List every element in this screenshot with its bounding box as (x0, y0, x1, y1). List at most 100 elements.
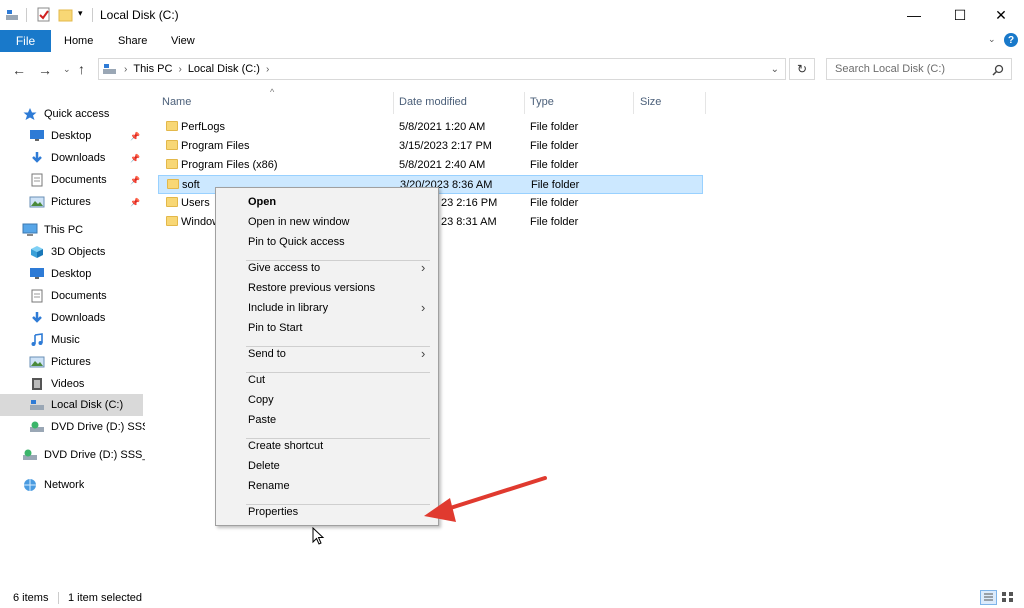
column-header-date[interactable]: Date modified (399, 92, 467, 112)
details-view-button[interactable] (980, 590, 997, 605)
back-arrow-icon[interactable]: ← (12, 62, 26, 78)
address-bar[interactable]: › This PC › Local Disk (C:) › ⌄ (98, 58, 786, 80)
nav-item-label: Desktop (51, 268, 92, 280)
tab-home[interactable]: Home (64, 30, 93, 52)
pictures-icon (29, 195, 45, 209)
nav-item-quick-access[interactable]: Quick access (0, 103, 145, 125)
properties-check-icon[interactable] (36, 7, 52, 23)
dvd-icon (22, 448, 38, 462)
nav-item-pictures[interactable]: Pictures 📌 (0, 191, 145, 213)
large-icons-view-button[interactable] (1000, 590, 1017, 605)
up-arrow-icon[interactable]: ↑ (78, 61, 85, 77)
tab-file[interactable]: File (0, 30, 51, 52)
breadcrumb-local-disk[interactable]: Local Disk (C:) (188, 63, 260, 75)
customize-toolbar-icon[interactable]: ▾ (78, 8, 83, 19)
column-header-size[interactable]: Size (640, 92, 661, 112)
menu-item-restore-previous-versions[interactable]: Restore previous versions (248, 282, 375, 294)
sort-ascending-icon: ^ (270, 87, 275, 97)
new-folder-icon[interactable] (58, 7, 74, 23)
tab-view[interactable]: View (171, 30, 195, 52)
nav-item-3d-objects[interactable]: 3D Objects (0, 241, 145, 263)
help-icon[interactable]: ? (1004, 33, 1018, 47)
file-date: 5/8/2021 1:20 AM (399, 121, 486, 133)
menu-item-include-in-library[interactable]: Include in library (248, 302, 328, 314)
star-icon (22, 107, 38, 121)
menu-item-delete[interactable]: Delete (248, 460, 280, 472)
desktop-icon (29, 129, 45, 143)
nav-item-music[interactable]: Music (0, 329, 145, 351)
nav-item-label: Pictures (51, 356, 91, 368)
item-count: 6 items (13, 592, 49, 604)
nav-item-this-pc[interactable]: This PC (0, 219, 145, 241)
nav-item-dvd-drive-d-sss-x[interactable]: DVD Drive (D:) SSS_X (0, 416, 145, 438)
music-icon (29, 333, 45, 347)
nav-item-desktop[interactable]: Desktop (0, 263, 145, 285)
maximize-button[interactable]: ☐ (937, 0, 983, 30)
chevron-right-icon[interactable]: › (124, 64, 127, 75)
folder-icon (166, 197, 178, 207)
pin-icon: 📌 (130, 175, 140, 185)
menu-item-give-access-to[interactable]: Give access to (248, 262, 320, 274)
menu-separator (246, 504, 430, 505)
menu-item-pin-to-start[interactable]: Pin to Start (248, 322, 302, 334)
column-header-name[interactable]: Name (162, 92, 191, 112)
annotation-arrow (424, 476, 547, 522)
pin-icon: 📌 (130, 197, 140, 207)
window-title: Local Disk (C:) (100, 8, 179, 22)
table-row[interactable]: Program Files (x86) 5/8/2021 2:40 AM File … (158, 156, 703, 175)
nav-item-downloads[interactable]: Downloads (0, 307, 145, 329)
menu-item-paste[interactable]: Paste (248, 414, 276, 426)
file-type: File folder (531, 179, 580, 191)
menu-item-create-shortcut[interactable]: Create shortcut (248, 440, 323, 452)
nav-item-dvd-drive-d-sss-x6[interactable]: DVD Drive (D:) SSS_X6 (0, 444, 145, 466)
nav-item-label: Music (51, 334, 80, 346)
chevron-right-icon[interactable]: › (266, 64, 269, 75)
drive-icon (29, 398, 45, 412)
nav-item-pictures[interactable]: Pictures (0, 351, 145, 373)
expand-ribbon-icon[interactable]: ⌄ (988, 34, 996, 45)
chevron-right-icon[interactable]: › (178, 64, 181, 75)
submenu-arrow-icon: › (421, 260, 426, 275)
cube-icon (29, 245, 45, 259)
menu-item-rename[interactable]: Rename (248, 480, 290, 492)
file-date: 5/8/2021 2:40 AM (399, 159, 486, 171)
menu-item-copy[interactable]: Copy (248, 394, 274, 406)
nav-item-label: Downloads (51, 152, 106, 164)
minimize-button[interactable]: — (891, 0, 937, 30)
nav-item-label: This PC (44, 224, 84, 236)
column-header-type[interactable]: Type (530, 92, 554, 112)
nav-item-documents[interactable]: Documents 📌 (0, 169, 145, 191)
recent-locations-icon[interactable]: ⌄ (63, 64, 71, 75)
menu-item-send-to[interactable]: Send to (248, 348, 286, 360)
nav-item-downloads[interactable]: Downloads 📌 (0, 147, 145, 169)
menu-item-open[interactable]: Open (248, 196, 276, 208)
menu-item-open-in-new-window[interactable]: Open in new window (248, 216, 350, 228)
menu-item-pin-to-quick-access[interactable]: Pin to Quick access (248, 236, 345, 248)
nav-item-desktop[interactable]: Desktop 📌 (0, 125, 145, 147)
menu-item-properties[interactable]: Properties (248, 506, 298, 518)
nav-item-local-disk-c[interactable]: Local Disk (C:) (0, 394, 143, 416)
nav-item-label: DVD Drive (D:) SSS_X6 (44, 449, 145, 461)
address-dropdown-icon[interactable]: ⌄ (771, 64, 779, 75)
search-input[interactable]: Search Local Disk (C:) (826, 58, 1012, 80)
table-row[interactable]: Program Files 3/15/2023 2:17 PM File folde… (158, 137, 703, 156)
status-bar: 6 items 1 item selected (0, 590, 1024, 608)
file-name: PerfLogs (181, 121, 226, 133)
breadcrumb-this-pc[interactable]: This PC (133, 63, 172, 75)
nav-item-documents[interactable]: Documents (0, 285, 145, 307)
refresh-button[interactable]: ↻ (789, 58, 815, 80)
file-name: soft (182, 179, 200, 191)
nav-item-network[interactable]: Network (0, 474, 145, 496)
nav-item-videos[interactable]: Videos (0, 373, 145, 395)
refresh-icon: ↻ (796, 62, 808, 76)
table-row[interactable]: PerfLogs 5/8/2021 1:20 AM File folder (158, 118, 703, 137)
tab-share[interactable]: Share (118, 30, 147, 52)
file-name: Program Files (181, 140, 250, 152)
menu-item-cut[interactable]: Cut (248, 374, 265, 386)
nav-item-label: Local Disk (C:) (51, 399, 124, 411)
menu-separator (246, 260, 430, 261)
forward-arrow-icon[interactable]: → (38, 62, 52, 78)
close-button[interactable]: ✕ (978, 0, 1024, 30)
file-type: File folder (530, 140, 579, 152)
drive-icon (6, 10, 18, 20)
